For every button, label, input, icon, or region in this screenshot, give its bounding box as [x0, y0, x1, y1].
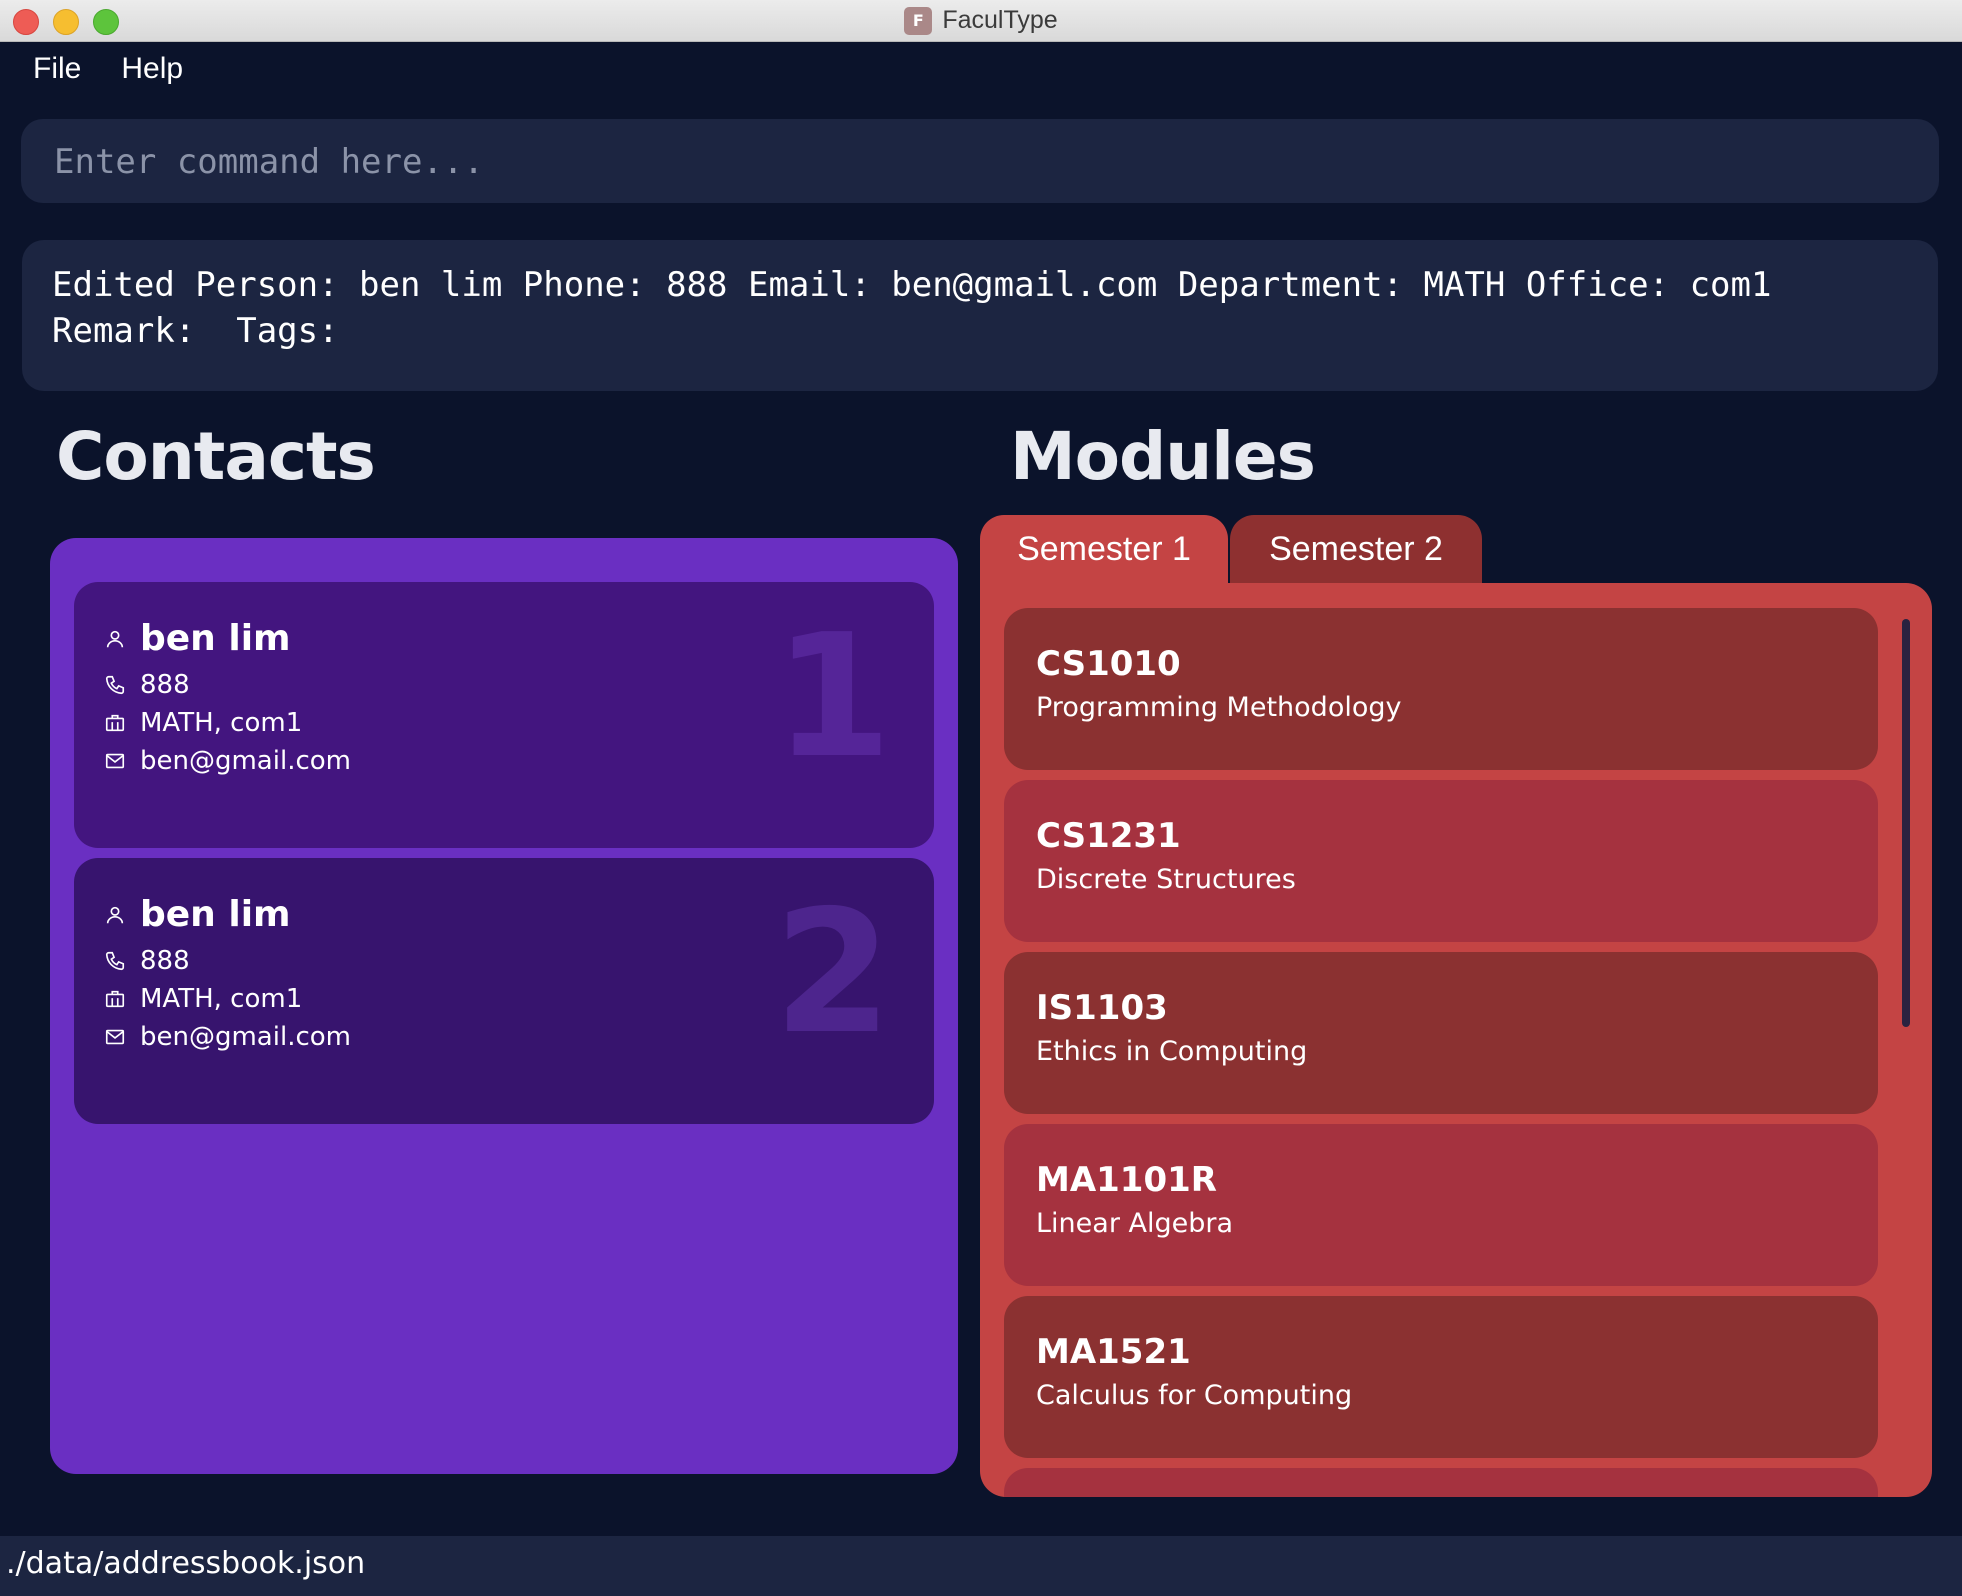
contact-email: ben@gmail.com [140, 1022, 351, 1052]
status-file-path: ./data/addressbook.json [6, 1546, 366, 1581]
module-code: CS1231 [1036, 816, 1181, 856]
module-code: MA1521 [1036, 1332, 1191, 1372]
contact-name: ben lim [140, 894, 291, 935]
module-code: MA1101R [1036, 1160, 1217, 1200]
command-box [21, 119, 1939, 205]
contact-email: ben@gmail.com [140, 746, 351, 776]
module-name: Ethics in Computing [1036, 1036, 1308, 1067]
contact-phone: 888 [140, 670, 190, 700]
tab-semester-1[interactable]: Semester 1 [980, 515, 1228, 583]
semester-tabs: Semester 1 Semester 2 [980, 515, 1482, 583]
module-name: Programming Methodology [1036, 692, 1402, 723]
module-name: Calculus for Computing [1036, 1380, 1353, 1411]
contact-office-row: MATH, com1 [104, 708, 302, 738]
title-bar: F FaculType [0, 0, 1962, 42]
mail-icon [105, 1029, 125, 1045]
contact-name-row: ben lim [104, 894, 291, 935]
contact-index: 1 [773, 598, 892, 796]
modules-list[interactable]: CS1010 Programming Methodology CS1231 Di… [980, 583, 1932, 1497]
contact-office: MATH, com1 [140, 984, 303, 1014]
mail-icon [105, 753, 125, 769]
modules-scrollbar[interactable] [1902, 619, 1910, 1027]
contacts-list[interactable]: 1 ben lim 888 MATH, com1 ben@gmail.com 2… [50, 538, 958, 1474]
contact-card[interactable]: 1 ben lim 888 MATH, com1 ben@gmail.com [74, 582, 934, 848]
briefcase-icon [105, 990, 125, 1008]
tab-semester-2[interactable]: Semester 2 [1230, 515, 1482, 583]
menu-bar: File Help [33, 52, 183, 86]
person-icon [106, 630, 124, 647]
module-card[interactable]: CS1010 Programming Methodology [1004, 608, 1878, 770]
person-icon [106, 906, 124, 923]
contact-name: ben lim [140, 618, 291, 659]
command-input[interactable] [52, 119, 1912, 205]
contact-phone: 888 [140, 946, 190, 976]
contact-email-row: ben@gmail.com [104, 746, 351, 776]
module-card-partial[interactable] [1004, 1468, 1878, 1497]
module-card[interactable]: MA1521 Calculus for Computing [1004, 1296, 1878, 1458]
phone-icon [105, 951, 125, 971]
contact-phone-row: 888 [104, 946, 190, 976]
contact-office: MATH, com1 [140, 708, 303, 738]
contact-name-row: ben lim [104, 618, 291, 659]
contact-index: 2 [773, 874, 892, 1072]
status-bar: ./data/addressbook.json [0, 1536, 1962, 1596]
contact-email-row: ben@gmail.com [104, 1022, 351, 1052]
module-card[interactable]: MA1101R Linear Algebra [1004, 1124, 1878, 1286]
contact-office-row: MATH, com1 [104, 984, 302, 1014]
briefcase-icon [105, 714, 125, 732]
menu-help[interactable]: Help [121, 52, 183, 86]
module-code: IS1103 [1036, 988, 1168, 1028]
module-card[interactable]: CS1231 Discrete Structures [1004, 780, 1878, 942]
modules-heading: Modules [1010, 418, 1316, 495]
result-display: Edited Person: ben lim Phone: 888 Email:… [22, 240, 1938, 391]
module-name: Linear Algebra [1036, 1208, 1234, 1239]
window-title: FaculType [942, 6, 1058, 34]
phone-icon [105, 675, 125, 695]
contacts-heading: Contacts [56, 418, 376, 495]
contact-phone-row: 888 [104, 670, 190, 700]
menu-file[interactable]: File [33, 52, 81, 86]
module-card[interactable]: IS1103 Ethics in Computing [1004, 952, 1878, 1114]
module-code: CS1010 [1036, 644, 1181, 684]
app-icon: F [904, 6, 933, 35]
module-name: Discrete Structures [1036, 864, 1296, 895]
contact-card[interactable]: 2 ben lim 888 MATH, com1 ben@gmail.com [74, 858, 934, 1124]
window-title-group: F FaculType [0, 0, 1962, 41]
